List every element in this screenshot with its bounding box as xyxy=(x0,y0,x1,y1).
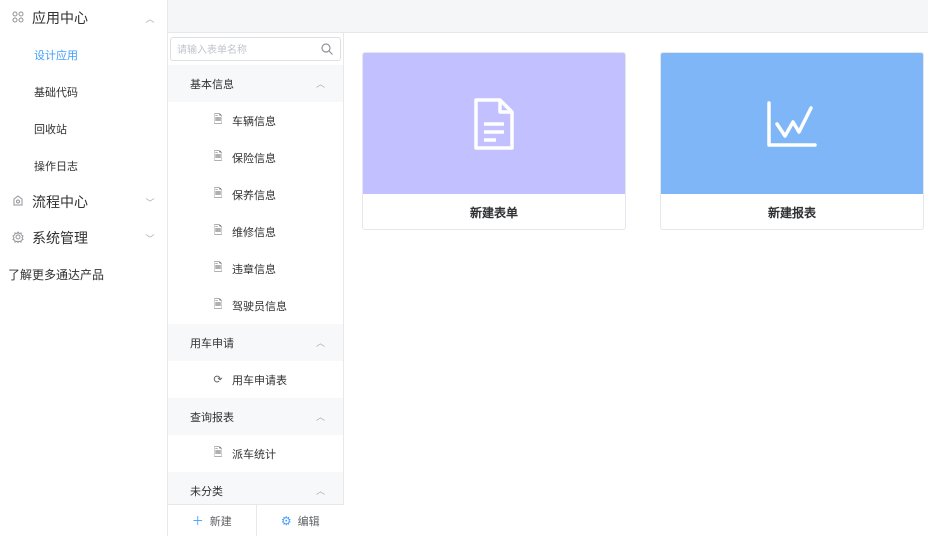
chevron-up-icon: ︿ xyxy=(315,413,325,423)
form-item-maintenance-info[interactable]: 🗎 保养信息 xyxy=(168,176,343,213)
document-icon: 🗎 xyxy=(213,187,223,200)
category-label: 基本信息 xyxy=(190,77,234,91)
form-item-label: 维修信息 xyxy=(232,225,276,239)
nav-group-label: 流程中心 xyxy=(32,195,88,211)
card-title: 新建表单 xyxy=(469,206,518,220)
new-report-card[interactable]: 新建报表 xyxy=(660,52,924,230)
plus-icon: ＋ xyxy=(191,514,204,528)
form-item-label: 派车统计 xyxy=(232,447,276,461)
form-item-driver-info[interactable]: 🗎 驾驶员信息 xyxy=(168,287,343,324)
form-item-label: 车辆信息 xyxy=(232,114,276,128)
card-cover xyxy=(363,53,625,194)
nav-item-operation-log[interactable]: 操作日志 xyxy=(0,147,167,184)
category-label: 未分类 xyxy=(190,484,223,498)
app-grid-icon xyxy=(10,11,26,26)
chevron-up-icon: ︿ xyxy=(145,14,155,25)
nav-item-design-app[interactable]: 设计应用 xyxy=(0,36,167,73)
category-label: 用车申请 xyxy=(190,336,234,350)
app-window: 应用中心 ︿ 设计应用 基础代码 回收站 操作日志 流程中心 ﹀ 系统管理 ﹀ … xyxy=(0,0,928,536)
form-item-label: 用车申请表 xyxy=(232,373,287,387)
form-item-label: 保养信息 xyxy=(232,188,276,202)
search-icon[interactable] xyxy=(320,41,334,55)
main-content: 新建表单 新建报表 xyxy=(344,33,928,536)
new-button[interactable]: ＋ 新建 xyxy=(168,505,256,536)
nav-group-process-center[interactable]: 流程中心 ﹀ xyxy=(0,184,167,220)
category-basic-info[interactable]: 基本信息 ︿ xyxy=(168,65,343,102)
process-icon xyxy=(10,194,26,210)
gear-icon xyxy=(10,230,26,246)
chevron-up-icon: ︿ xyxy=(315,487,325,497)
line-chart-icon xyxy=(767,100,817,147)
nav-item-recycle-bin[interactable]: 回收站 xyxy=(0,110,167,147)
new-button-label: 新建 xyxy=(209,514,232,528)
form-item-repair-info[interactable]: 🗎 维修信息 xyxy=(168,213,343,250)
top-bar xyxy=(168,0,928,33)
chevron-down-icon: ﹀ xyxy=(145,198,155,209)
tree-footer: ＋ 新建 ⚙ 编辑 xyxy=(168,504,344,536)
form-item-vehicle-request-form[interactable]: ⟳ 用车申请表 xyxy=(168,361,343,398)
gear-icon: ⚙ xyxy=(280,513,292,528)
learn-more-link[interactable]: 了解更多通达产品 xyxy=(0,256,167,292)
nav-group-label: 应用中心 xyxy=(32,11,88,27)
document-icon: 🗎 xyxy=(213,113,223,126)
card-title: 新建报表 xyxy=(767,206,816,220)
document-icon xyxy=(474,97,514,150)
document-icon: 🗎 xyxy=(213,446,223,459)
nav-group-app-center[interactable]: 应用中心 ︿ xyxy=(0,0,167,36)
edit-button[interactable]: ⚙ 编辑 xyxy=(255,505,345,536)
form-item-insurance-info[interactable]: 🗎 保险信息 xyxy=(168,139,343,176)
document-icon: 🗎 xyxy=(213,298,223,311)
form-item-dispatch-statistics[interactable]: 🗎 派车统计 xyxy=(168,435,343,472)
card-cover xyxy=(661,53,923,194)
form-item-label: 驾驶员信息 xyxy=(232,299,287,313)
document-icon: 🗎 xyxy=(213,261,223,274)
form-search-box xyxy=(170,37,341,62)
form-search-input[interactable] xyxy=(171,39,340,62)
document-icon: 🗎 xyxy=(213,150,223,163)
chevron-down-icon: ﹀ xyxy=(145,234,155,245)
nav-item-base-code[interactable]: 基础代码 xyxy=(0,73,167,110)
edit-button-label: 编辑 xyxy=(297,514,320,528)
form-item-label: 违章信息 xyxy=(232,262,276,276)
form-item-vehicle-info[interactable]: 🗎 车辆信息 xyxy=(168,102,343,139)
category-query-reports[interactable]: 查询报表 ︿ xyxy=(168,398,343,435)
document-icon: 🗎 xyxy=(213,224,223,237)
chevron-up-icon: ︿ xyxy=(315,339,325,349)
form-tree-panel: 基本信息 ︿ 🗎 车辆信息 🗎 保险信息 🗎 保养信息 🗎 维修信息 🗎 违章信息 🗎 驾驶… xyxy=(168,33,344,536)
form-item-label: 保险信息 xyxy=(232,151,276,165)
new-form-card[interactable]: 新建表单 xyxy=(362,52,626,230)
form-item-violation-info[interactable]: 🗎 违章信息 xyxy=(168,250,343,287)
nav-group-system-management[interactable]: 系统管理 ﹀ xyxy=(0,220,167,256)
nav-group-label: 系统管理 xyxy=(32,231,88,247)
refresh-icon: ⟳ xyxy=(213,373,223,386)
category-vehicle-request[interactable]: 用车申请 ︿ xyxy=(168,324,343,361)
category-label: 查询报表 xyxy=(190,410,234,424)
chevron-up-icon: ︿ xyxy=(315,80,325,90)
sidebar: 应用中心 ︿ 设计应用 基础代码 回收站 操作日志 流程中心 ﹀ 系统管理 ﹀ … xyxy=(0,0,168,536)
